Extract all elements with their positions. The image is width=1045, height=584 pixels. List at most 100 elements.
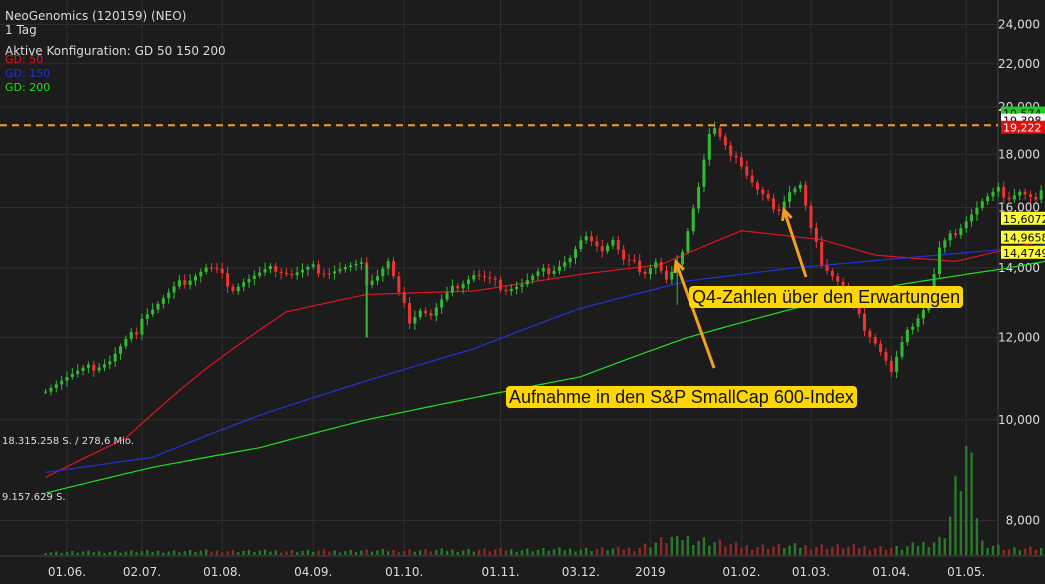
volume-bar bbox=[740, 547, 743, 555]
candle-body bbox=[595, 241, 599, 247]
volume-bar bbox=[226, 551, 229, 555]
candle-body bbox=[954, 233, 958, 236]
candle-body bbox=[980, 201, 984, 208]
volume-bar bbox=[231, 550, 235, 555]
candle-body bbox=[991, 191, 995, 197]
volume-bar bbox=[868, 550, 872, 555]
volume-bar bbox=[386, 551, 390, 555]
volume-bar bbox=[799, 547, 802, 555]
candle-body bbox=[584, 236, 588, 241]
price-label: 14,9658 bbox=[1003, 232, 1045, 245]
volume-bar bbox=[494, 549, 497, 555]
volume-bar bbox=[536, 549, 540, 555]
chart-root: { "header": { "title": "NeoGenomics (120… bbox=[0, 0, 1045, 584]
candle-body bbox=[108, 361, 112, 365]
candle-body bbox=[450, 285, 454, 293]
candle-body bbox=[911, 326, 915, 330]
candle-body bbox=[86, 364, 90, 368]
volume-bar bbox=[322, 549, 326, 555]
candle-body bbox=[49, 387, 53, 392]
candle-body bbox=[172, 286, 176, 293]
candle-body bbox=[606, 245, 610, 252]
candle-body bbox=[627, 259, 631, 261]
volume-bar bbox=[986, 547, 989, 555]
volume-bar bbox=[440, 548, 443, 555]
volume-bar bbox=[825, 549, 829, 555]
volume-bar bbox=[510, 549, 513, 555]
arrow-shaft bbox=[782, 209, 808, 278]
candle-body bbox=[531, 275, 535, 281]
volume-bar bbox=[970, 452, 973, 555]
candle-body bbox=[418, 310, 422, 318]
y-tick-label: 10,000 bbox=[998, 413, 1040, 427]
y-tick-label: 24,000 bbox=[998, 18, 1040, 32]
volume-bar bbox=[708, 545, 711, 555]
volume-bar bbox=[761, 544, 765, 555]
volume-bar bbox=[863, 546, 866, 555]
volume-bar bbox=[729, 543, 732, 555]
candle-body bbox=[429, 313, 433, 316]
volume-bar bbox=[237, 552, 240, 555]
candle-body bbox=[750, 175, 754, 183]
volume-bar bbox=[563, 550, 566, 555]
volume-bar bbox=[162, 552, 165, 555]
annotation-sp600: Aufnahme in den S&P SmallCap 600-Index bbox=[506, 386, 857, 408]
volume-bar bbox=[772, 546, 775, 555]
x-tick-label: 2019 bbox=[635, 565, 666, 579]
candle-body bbox=[135, 332, 139, 335]
candle-body bbox=[1007, 197, 1011, 200]
volume-bar bbox=[1007, 549, 1011, 555]
volume-bar bbox=[932, 542, 936, 555]
candle-body bbox=[723, 136, 727, 146]
candle-body bbox=[654, 262, 658, 269]
candle-body bbox=[1018, 191, 1022, 196]
volume-bar bbox=[130, 550, 133, 555]
candle-body bbox=[381, 268, 385, 277]
candle-body bbox=[247, 278, 251, 283]
candle-body bbox=[236, 286, 240, 292]
volume-bar bbox=[831, 546, 834, 555]
candle-body bbox=[905, 329, 909, 343]
volume-bar bbox=[579, 549, 583, 555]
candle-body bbox=[713, 128, 717, 134]
candle-body bbox=[284, 272, 288, 275]
x-tick-label: 01.11. bbox=[481, 565, 519, 579]
candle-body bbox=[948, 233, 952, 241]
candle-body bbox=[889, 360, 893, 372]
y-tick-label: 22,000 bbox=[998, 57, 1040, 71]
volume-bar bbox=[906, 546, 909, 555]
volume-bar bbox=[44, 553, 47, 555]
volume-bar bbox=[590, 550, 593, 555]
candle-body bbox=[424, 310, 428, 314]
volume-bar bbox=[419, 550, 422, 555]
volume-bar bbox=[884, 549, 888, 555]
volume-bar bbox=[188, 549, 192, 555]
volume-bar bbox=[574, 551, 577, 555]
candle-body bbox=[386, 261, 390, 269]
volume-bar bbox=[622, 549, 625, 555]
candle-body bbox=[734, 155, 738, 158]
candle-body bbox=[622, 249, 626, 260]
y-tick-label: 18,000 bbox=[998, 147, 1040, 161]
candle-body bbox=[895, 356, 899, 372]
volume-bar bbox=[360, 550, 363, 555]
candle-body bbox=[408, 303, 412, 324]
candle-body bbox=[600, 246, 604, 252]
volume-bar bbox=[263, 549, 267, 555]
volume-bar bbox=[242, 550, 245, 555]
x-tick-label: 01.10. bbox=[385, 565, 423, 579]
volume-bar bbox=[665, 543, 668, 555]
volume-bar bbox=[408, 549, 411, 555]
volume-bar bbox=[857, 548, 861, 555]
interval-label: 1 Tag bbox=[5, 23, 37, 37]
candle-body bbox=[632, 260, 636, 262]
volume-bar bbox=[1013, 547, 1016, 555]
candle-body bbox=[900, 342, 904, 357]
candle-body bbox=[456, 285, 460, 289]
volume-bar bbox=[376, 550, 379, 555]
volume-bar bbox=[686, 535, 690, 555]
volume-bar bbox=[633, 551, 636, 555]
volume-bar bbox=[777, 543, 781, 555]
volume-bar bbox=[804, 545, 807, 555]
candle-body bbox=[129, 332, 133, 339]
